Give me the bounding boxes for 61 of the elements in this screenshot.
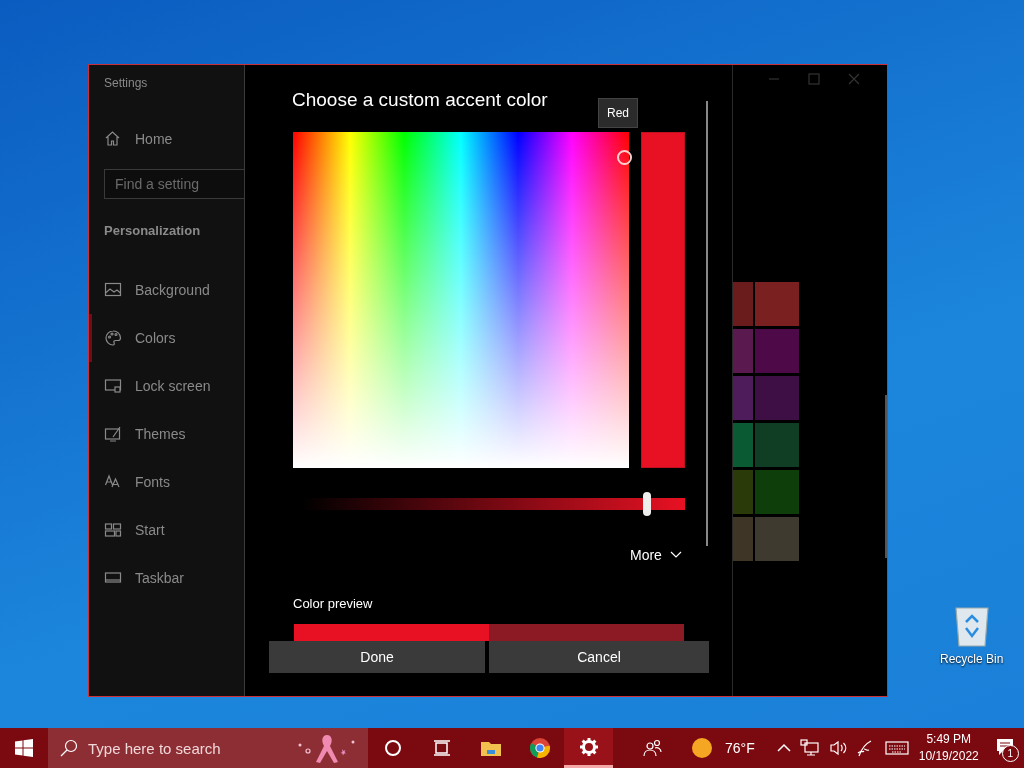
color-swatch[interactable]: [733, 329, 753, 373]
monitor-lock-icon: [104, 377, 122, 395]
color-swatch[interactable]: [733, 376, 753, 420]
circle-icon[interactable]: [383, 739, 402, 757]
sidebar-item[interactable]: Background: [89, 266, 244, 314]
sidebar-item[interactable]: Lock screen: [89, 362, 244, 410]
picker-ring-icon[interactable]: [617, 150, 632, 165]
sun-icon: [691, 737, 713, 759]
section-heading: Personalization: [104, 223, 202, 238]
picture-frame-icon: [104, 281, 122, 299]
icon-label: Recycle Bin: [940, 652, 1004, 666]
task-view-icon[interactable]: [432, 739, 451, 757]
palette-icon: [104, 329, 122, 347]
color-swatch[interactable]: [755, 376, 799, 420]
color-swatch[interactable]: [755, 470, 799, 514]
dialog-button[interactable]: Cancel: [489, 641, 709, 673]
scrollbar[interactable]: [706, 101, 708, 546]
keyboard-icon[interactable]: [884, 740, 909, 756]
more-button[interactable]: More: [630, 547, 682, 563]
gear-icon[interactable]: [578, 736, 599, 757]
color-swatch[interactable]: [755, 423, 799, 467]
color-swatch[interactable]: [733, 470, 753, 514]
network-icon[interactable]: [799, 739, 820, 757]
scrollbar[interactable]: [885, 395, 887, 558]
color-swatch[interactable]: [755, 282, 799, 326]
date-text: 10/19/2022: [918, 748, 979, 765]
preview-label: Color preview: [293, 596, 373, 611]
dialog-title: Choose a custom accent color: [292, 89, 548, 111]
search-icon: [60, 739, 78, 757]
sidebar-item[interactable]: Taskbar: [89, 554, 244, 602]
monitor-brush-icon: [104, 425, 122, 443]
search-field[interactable]: Find a setting: [104, 169, 244, 199]
windows-logo-icon: [15, 739, 33, 757]
sidebar-item[interactable]: Themes: [89, 410, 244, 458]
home-icon: [104, 130, 121, 147]
color-swatch[interactable]: [755, 329, 799, 373]
weather-widget[interactable]: 76°F: [691, 737, 755, 759]
color-swatch[interactable]: [733, 423, 753, 467]
dialog-button[interactable]: Done: [269, 641, 485, 673]
tooltip: Red: [598, 98, 638, 128]
taskbar-search-field[interactable]: Type here to search: [48, 728, 368, 768]
time-text: 5:49 PM: [926, 731, 972, 748]
color-swatch[interactable]: [733, 282, 753, 326]
color-spectrum[interactable]: [293, 132, 629, 468]
volume-icon[interactable]: [828, 740, 847, 756]
sidebar-item[interactable]: Colors: [89, 314, 244, 362]
people-icon[interactable]: [643, 739, 663, 757]
color-swatch[interactable]: [755, 517, 799, 561]
chevron-down-icon: [669, 551, 682, 559]
sidebar-item[interactable]: Fonts: [89, 458, 244, 506]
clock[interactable]: 5:49 PM 10/19/2022: [918, 731, 979, 765]
sidebar-item[interactable]: Start: [89, 506, 244, 554]
slider-thumb[interactable]: [642, 492, 651, 516]
chrome-icon[interactable]: [528, 737, 551, 759]
home-link[interactable]: Home: [104, 130, 244, 147]
taskbar-app[interactable]: [564, 728, 613, 768]
chevron-up-icon[interactable]: [776, 743, 791, 753]
window-title: Settings: [104, 76, 149, 90]
color-swatch[interactable]: [733, 517, 753, 561]
tiles-icon: [104, 521, 122, 539]
folder-icon[interactable]: [479, 739, 502, 757]
